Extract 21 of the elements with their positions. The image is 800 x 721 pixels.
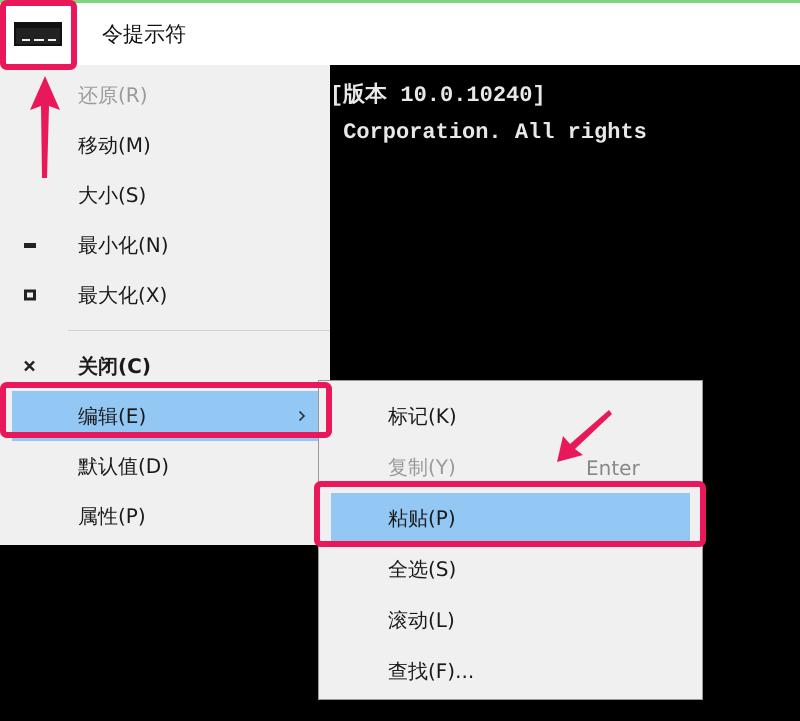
- menu-item[interactable]: 粘贴(P): [331, 493, 690, 544]
- menu-item[interactable]: 最大化(X): [12, 270, 318, 320]
- console-line: [版本 10.0.10240]: [330, 82, 547, 110]
- menu-item[interactable]: 滚动(L): [331, 595, 690, 646]
- menu-item[interactable]: 关闭(C): [12, 341, 318, 391]
- menu-item[interactable]: 全选(S): [331, 544, 690, 595]
- console-line: Corporation. All rights: [342, 119, 648, 147]
- chevron-icon: [298, 410, 306, 422]
- menu-item[interactable]: 默认值(D): [12, 441, 318, 491]
- shortcut-label: Enter: [586, 456, 640, 480]
- menu-item[interactable]: 属性(P): [12, 491, 318, 541]
- menu-item[interactable]: 查找(F)...: [331, 646, 690, 697]
- minimize-icon: [24, 242, 36, 248]
- maximize-icon: [24, 290, 36, 300]
- menu-item[interactable]: 移动(M): [12, 120, 318, 170]
- console-icon[interactable]: [14, 22, 62, 46]
- menu-item[interactable]: 大小(S): [12, 170, 318, 220]
- window-title: 令提示符: [102, 21, 186, 48]
- menu-item[interactable]: 标记(K): [331, 391, 690, 442]
- menu-item[interactable]: 最小化(N): [12, 220, 318, 270]
- close-icon: [24, 360, 35, 372]
